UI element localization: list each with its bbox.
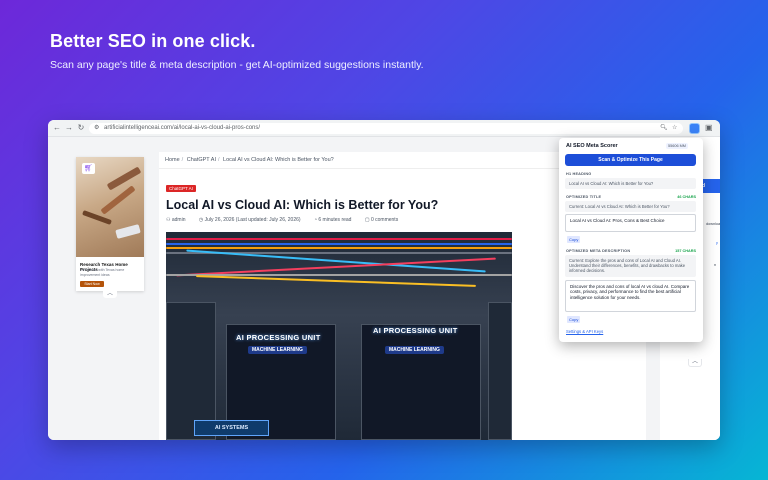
optimized-meta-label: OPTIMIZED META DESCRIPTION [566,249,631,253]
publish-date: July 26, 2026 (Last updated: July 26, 20… [204,217,301,223]
ad-description: Get started with Texas home improvement … [80,268,125,277]
comment-count[interactable]: 0 comments [371,217,398,223]
scan-optimize-button[interactable]: Scan & Optimize This Page [565,154,696,166]
optimized-meta-count: 157 CHARS [675,249,696,253]
article-hero-image: AI PROCESSING UNIT MACHINE LEARNING AI P… [166,232,512,440]
ad-cta-button[interactable]: Start Now [80,281,104,287]
forward-button[interactable]: → [64,123,74,133]
popup-title: AI SEO Meta Scorer [566,143,618,149]
optimized-title-label: OPTIMIZED TITLE [566,195,602,199]
breadcrumb-home[interactable]: Home [165,157,180,163]
extension-popup: AI SEO Meta Scorer 55606 MM Scan & Optim… [559,138,703,342]
optimized-meta-field[interactable]: Discover the pros and cons of local AI v… [565,280,696,312]
site-info-icon[interactable]: ⚙ [94,124,99,131]
current-title: Current: Local AI vs Cloud AI: Which is … [565,201,696,213]
extension-icon[interactable] [689,123,700,134]
rack-sublabel-2: MACHINE LEARNING [385,346,444,354]
h1-value: Local AI vs Cloud AI: Which is Better fo… [565,178,696,190]
date-meta: ◷ July 26, 2026 (Last updated: July 26, … [198,217,301,223]
current-meta: Current: Explore the pros and cons of Lo… [565,255,696,277]
extensions-puzzle-icon[interactable]: ▣ [705,123,713,132]
rack-label-1: AI PROCESSING UNIT [236,333,321,342]
optimized-title-field[interactable]: Local AI vs Cloud AI: Pros, Cons & Best … [565,214,696,232]
browser-toolbar: ← → ↻ ⚙ artificialintelligenceai.com/ai/… [48,120,720,137]
breadcrumb-current: Local AI vs Cloud AI: Which is Better fo… [223,157,334,163]
hero-subtitle: Scan any page's title & meta description… [50,59,424,71]
screen-label: AI SYSTEMS [194,420,269,436]
author-meta[interactable]: ⚇ admin [166,217,192,223]
category-badge[interactable]: ChatGPT AI [166,185,196,192]
back-button[interactable]: ← [52,123,62,133]
copy-title-button[interactable]: Copy [567,236,581,243]
article-title: Local AI vs Cloud AI: Which is Better fo… [166,198,439,212]
h1-label: H1 HEADING [566,172,592,176]
address-bar[interactable]: ⚙ artificialintelligenceai.com/ai/local-… [89,123,683,134]
breadcrumb-category[interactable]: ChatGPT AI [187,157,216,163]
read-time-meta: ◔ 6 minutes read [313,217,352,223]
rack-label-2: AI PROCESSING UNIT [373,326,458,335]
sidebar-collapse-chevron-icon[interactable]: ︿ [688,359,702,367]
ad-collapse-chevron-icon[interactable]: ︿ [103,290,117,298]
popup-badge: 55606 MM [666,143,688,149]
sidebar-text-3: n [714,263,717,267]
copy-meta-button[interactable]: Copy [567,316,581,323]
url-text[interactable]: artificialintelligenceai.com/ai/local-ai… [104,125,260,131]
author-name[interactable]: admin [172,217,186,223]
optimized-title-count: 46 CHARS [677,195,696,199]
ad-cart-icon: 🛒︎ [82,163,95,174]
bookmark-star-icon[interactable]: ☆ [672,124,677,131]
reload-button[interactable]: ↻ [76,123,86,133]
hero-title: Better SEO in one click. [50,31,256,51]
sidebar-text-2: y [716,241,718,245]
rack-sublabel-1: MACHINE LEARNING [248,346,307,354]
breadcrumb: Home / ChatGPT AI / Local AI vs Cloud AI: … [165,157,334,163]
sidebar-text-1: download [706,222,720,226]
sidebar-button[interactable]: d [700,179,720,193]
article-meta: ⚇ admin ◷ July 26, 2026 (Last updated: J… [166,217,410,223]
settings-link[interactable]: Settings & API Keys [566,329,603,334]
sidebar-ad[interactable]: 🛒︎ Research Texas Home Projects Get star… [76,157,144,291]
zoom-icon[interactable]: 🔍︎ [660,124,668,131]
read-time: 6 minutes read [318,217,352,223]
comments-meta[interactable]: ▢ 0 comments [365,217,404,223]
